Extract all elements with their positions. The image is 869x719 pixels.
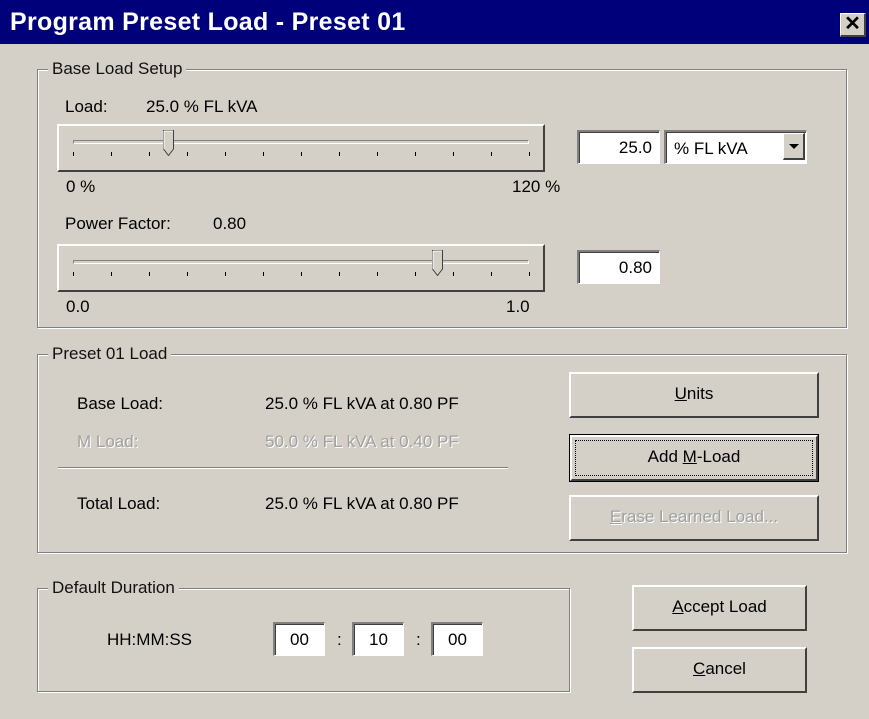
slider-tick <box>453 272 454 276</box>
mm-ss-separator: : <box>416 630 421 649</box>
accept-label: ccept Load <box>683 597 767 616</box>
load-label: Load: <box>65 97 108 116</box>
units-mnemonic: U <box>674 384 687 403</box>
slider-tick <box>225 152 226 156</box>
cancel-label: ancel <box>705 659 746 678</box>
hours-input[interactable]: 00 <box>273 622 325 656</box>
erase-label: rase Learned Load... <box>621 507 779 526</box>
units-select[interactable]: % FL kVA <box>664 130 807 164</box>
slider-tick <box>111 152 112 156</box>
seconds-input[interactable]: 00 <box>431 622 483 656</box>
m-load-label: M Load: <box>77 432 139 451</box>
slider-tick <box>263 272 264 276</box>
load-slider-max-label: 120 % <box>512 177 561 196</box>
units-label: nits <box>686 384 714 403</box>
add-m-load-button[interactable]: Add M-Load <box>569 434 819 482</box>
pf-slider-track <box>73 260 529 264</box>
load-slider[interactable] <box>57 124 545 172</box>
base-load-value: 25.0 % FL kVA at 0.80 PF <box>265 394 459 413</box>
units-select-value: % FL kVA <box>674 139 748 158</box>
slider-tick <box>339 152 340 156</box>
pf-value-text: 0.80 <box>213 214 247 233</box>
load-input[interactable]: 25.0 <box>577 130 660 164</box>
load-separator <box>58 467 508 469</box>
slider-tick <box>73 272 74 276</box>
cancel-button[interactable]: Cancel <box>632 647 807 693</box>
window-title: Program Preset Load - Preset 01 <box>10 8 406 36</box>
slider-tick <box>301 272 302 276</box>
slider-tick <box>111 272 112 276</box>
power-factor-input[interactable]: 0.80 <box>577 250 660 284</box>
minutes-input[interactable]: 10 <box>352 622 404 656</box>
slider-tick <box>187 272 188 276</box>
load-slider-track <box>73 140 529 144</box>
base-load-label: Base Load: <box>77 394 164 413</box>
erase-learned-load-button[interactable]: Erase Learned Load... <box>569 495 819 541</box>
slider-tick <box>301 152 302 156</box>
slider-tick <box>339 272 340 276</box>
slider-tick <box>187 152 188 156</box>
slider-tick <box>491 272 492 276</box>
slider-tick <box>377 272 378 276</box>
units-button[interactable]: Units <box>569 372 819 418</box>
preset-load-legend: Preset 01 Load <box>48 344 172 364</box>
cancel-mnemonic: C <box>693 659 706 678</box>
power-factor-slider[interactable] <box>57 244 545 292</box>
slider-thumb-icon[interactable] <box>432 250 444 276</box>
slider-tick <box>149 272 150 276</box>
slider-tick <box>529 152 530 156</box>
load-value-text: 25.0 % FL kVA <box>146 97 258 116</box>
pf-label: Power Factor: <box>65 214 171 233</box>
accept-mnemonic: A <box>672 597 684 616</box>
slider-tick <box>453 152 454 156</box>
slider-tick <box>491 152 492 156</box>
slider-tick <box>225 272 226 276</box>
total-load-value: 25.0 % FL kVA at 0.80 PF <box>265 494 459 513</box>
total-load-label: Total Load: <box>77 494 161 513</box>
pf-slider-max-label: 1.0 <box>506 297 530 316</box>
slider-thumb-icon[interactable] <box>162 130 174 156</box>
slider-tick <box>529 272 530 276</box>
slider-tick <box>73 152 74 156</box>
hh-mm-separator: : <box>337 630 342 649</box>
erase-mnemonic: E <box>609 507 622 526</box>
accept-load-button[interactable]: Accept Load <box>632 585 807 631</box>
pf-slider-min-label: 0.0 <box>66 297 90 316</box>
slider-tick <box>415 152 416 156</box>
close-icon: ✕ <box>844 13 861 35</box>
duration-format-label: HH:MM:SS <box>107 630 192 649</box>
slider-tick <box>263 152 264 156</box>
title-bar: Program Preset Load - Preset 01 ✕ <box>0 0 869 44</box>
default-duration-legend: Default Duration <box>48 578 179 598</box>
close-button[interactable]: ✕ <box>840 13 866 37</box>
base-load-setup-legend: Base Load Setup <box>48 59 187 79</box>
load-slider-min-label: 0 % <box>66 177 96 196</box>
focus-rect <box>575 440 813 476</box>
slider-tick <box>149 152 150 156</box>
m-load-value: 50.0 % FL kVA at 0.40 PF <box>265 432 459 451</box>
chevron-down-icon[interactable] <box>783 133 805 160</box>
slider-tick <box>377 152 378 156</box>
slider-tick <box>415 272 416 276</box>
